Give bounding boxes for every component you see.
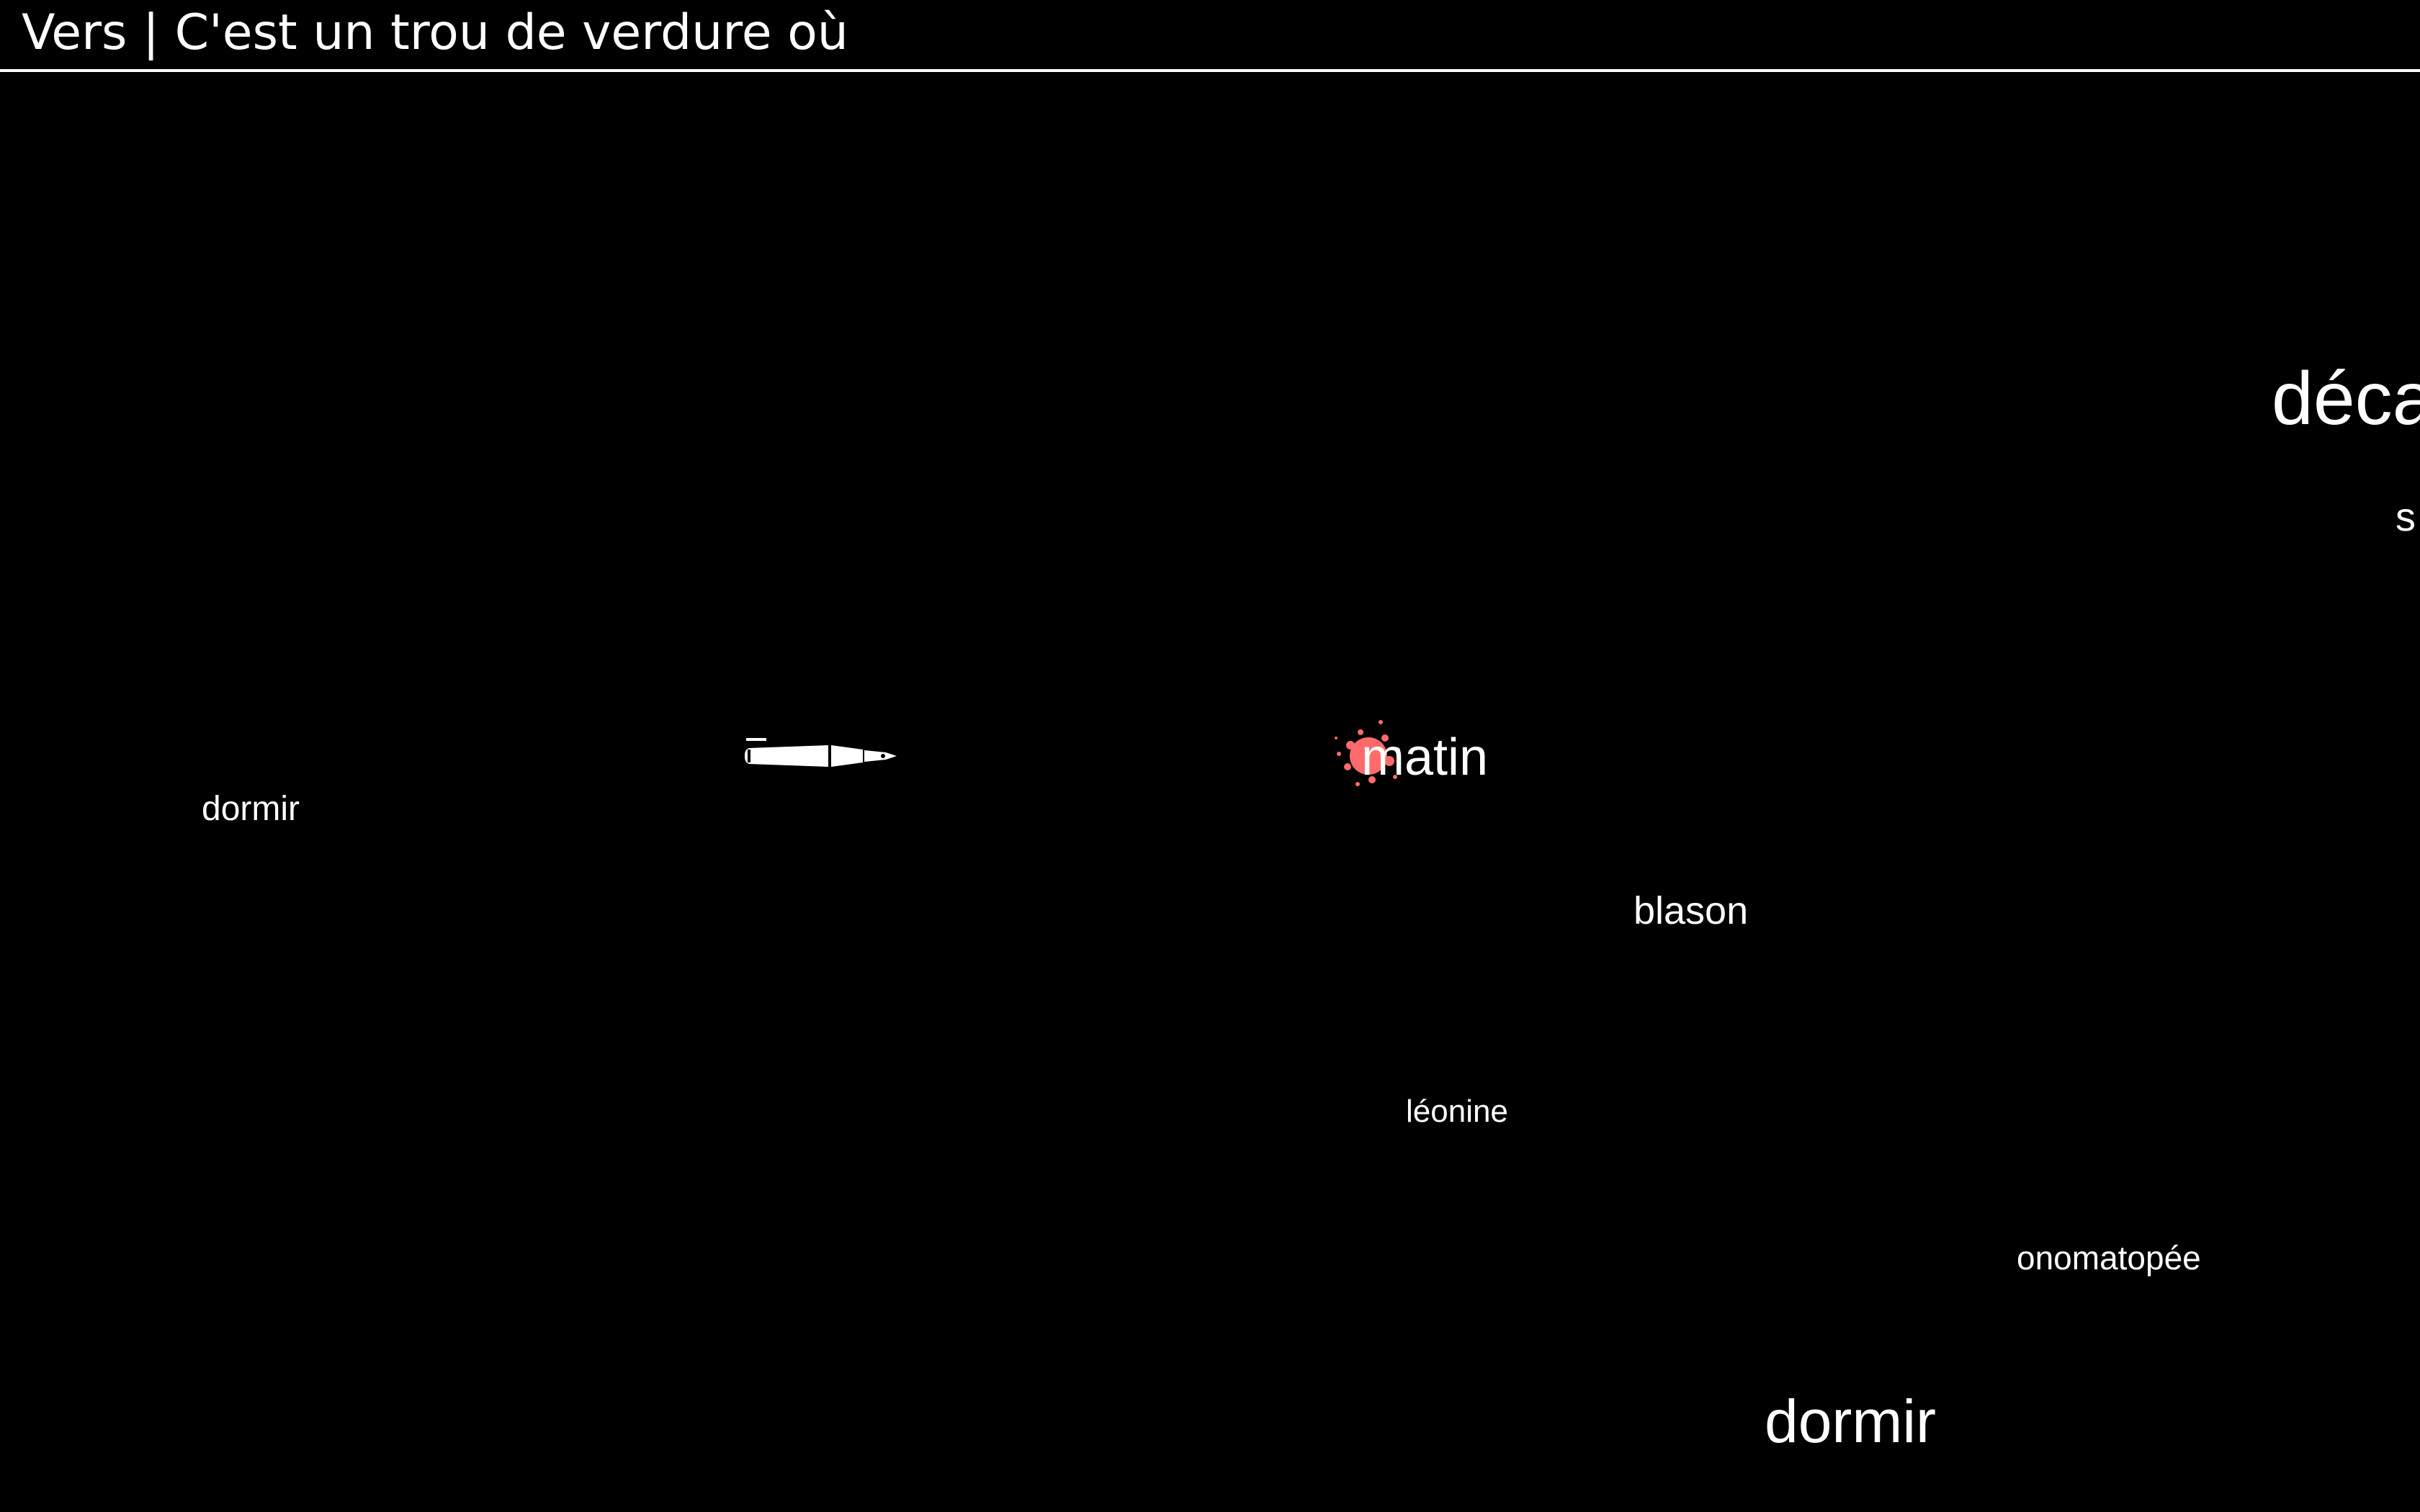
falling-word-onomatopee[interactable]: onomatopée bbox=[2017, 1241, 2201, 1274]
falling-word-dormir[interactable]: dormir bbox=[202, 792, 300, 827]
fountain-pen-icon[interactable] bbox=[742, 731, 900, 781]
header-bar: Vers | C'est un trou de verdure où bbox=[0, 0, 2420, 72]
falling-word-leonine[interactable]: léonine bbox=[1406, 1096, 1508, 1128]
falling-word-dormir-large[interactable]: dormir bbox=[1765, 1391, 1936, 1452]
target-word-matin[interactable]: matin bbox=[1361, 732, 1488, 783]
falling-word-s[interactable]: s bbox=[2396, 497, 2416, 537]
falling-word-deca[interactable]: déca bbox=[2272, 361, 2420, 436]
game-title: Vers | C'est un trou de verdure où bbox=[22, 4, 848, 61]
falling-word-blason[interactable]: blason bbox=[1634, 891, 1748, 930]
